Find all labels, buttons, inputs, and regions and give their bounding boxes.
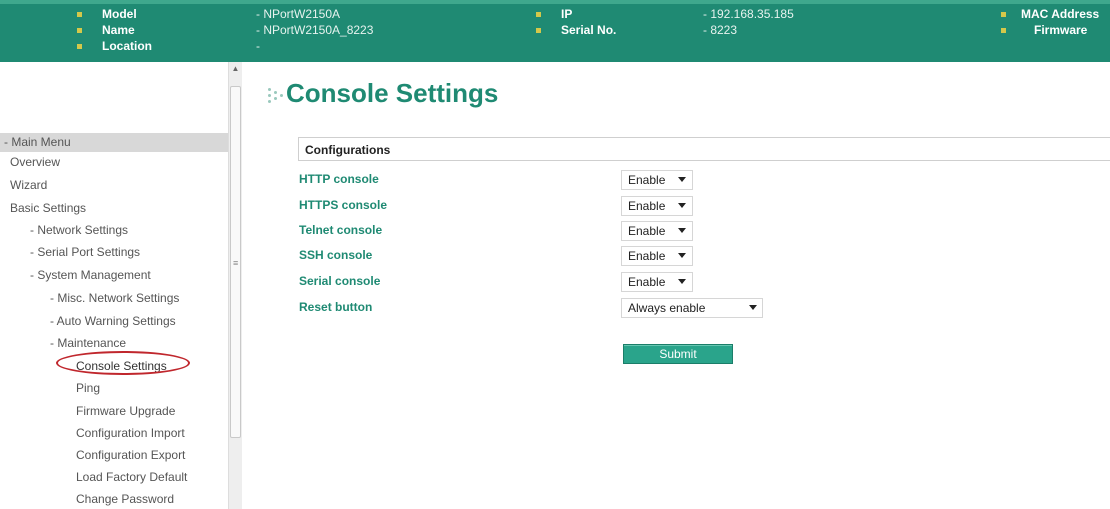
http-console-value: Enable	[628, 173, 666, 187]
sidebar-item-wizard[interactable]: Wizard	[10, 176, 47, 194]
sidebar-item-maintenance[interactable]: - Maintenance	[50, 334, 126, 352]
reset-button-value: Always enable	[628, 301, 706, 315]
dropdown-arrow-icon	[678, 228, 686, 233]
bullet-icon	[77, 44, 82, 49]
dropdown-arrow-icon	[678, 253, 686, 258]
submit-button[interactable]: Submit	[623, 344, 733, 364]
sidebar-item-auto-warning-settings[interactable]: - Auto Warning Settings	[50, 312, 176, 330]
telnet-console-label: Telnet console	[299, 223, 383, 237]
sidebar-item-misc-network-settings[interactable]: - Misc. Network Settings	[50, 289, 179, 307]
reset-button-select[interactable]: Always enable	[621, 298, 763, 318]
https-console-label: HTTPS console	[299, 198, 388, 212]
sidebar-item-overview[interactable]: Overview	[10, 153, 60, 171]
sidebar-item-network-settings[interactable]: - Network Settings	[30, 221, 128, 239]
title-dots-icon	[266, 86, 286, 106]
sidebar-item-system-management[interactable]: - System Management	[30, 266, 151, 284]
dropdown-arrow-icon	[749, 305, 757, 310]
telnet-console-value: Enable	[628, 224, 666, 238]
ssh-console-value: Enable	[628, 249, 666, 263]
bullet-icon	[1001, 28, 1006, 33]
http-console-label: HTTP console	[299, 172, 379, 186]
http-console-select[interactable]: Enable	[621, 170, 693, 190]
configurations-header: Configurations	[298, 137, 1110, 161]
serial-console-label: Serial console	[299, 274, 381, 288]
sidebar-item-firmware-upgrade[interactable]: Firmware Upgrade	[76, 402, 175, 420]
page-title: Console Settings	[286, 78, 499, 108]
serial-console-select[interactable]: Enable	[621, 272, 693, 292]
scrollbar-thumb[interactable]: ≡	[230, 86, 241, 438]
https-console-select[interactable]: Enable	[621, 196, 693, 216]
sidebar-item-change-password[interactable]: Change Password	[76, 490, 174, 508]
mac-row: MAC Address	[0, 6, 1110, 22]
sidebar-item-serial-port-settings[interactable]: - Serial Port Settings	[30, 243, 140, 261]
sidebar-item-console-settings[interactable]: Console Settings	[76, 357, 167, 375]
telnet-console-select[interactable]: Enable	[621, 221, 693, 241]
sidebar-item-configuration-export[interactable]: Configuration Export	[76, 446, 185, 464]
sidebar-item-configuration-import[interactable]: Configuration Import	[76, 424, 185, 442]
device-info-header: Model - NPortW2150A Name - NPortW2150A_8…	[0, 0, 1110, 62]
firmware-label: Firmware	[1034, 23, 1088, 37]
serial-console-value: Enable	[628, 275, 666, 289]
ssh-console-label: SSH console	[299, 248, 373, 262]
main-menu-label: - Main Menu	[4, 135, 71, 149]
main-menu-header[interactable]: - Main Menu	[0, 133, 228, 152]
sidebar-scrollbar[interactable]: ▲ ≡	[228, 62, 242, 509]
sidebar-item-load-factory-default[interactable]: Load Factory Default	[76, 468, 187, 486]
location-row: Location -	[0, 38, 500, 54]
main-menu-sidebar: - Main Menu Overview Wizard Basic Settin…	[0, 62, 228, 509]
sidebar-item-basic-settings[interactable]: Basic Settings	[10, 199, 86, 217]
dropdown-arrow-icon	[678, 177, 686, 182]
location-value: -	[256, 39, 260, 53]
grip-icon: ≡	[233, 258, 239, 268]
mac-label: MAC Address	[1021, 7, 1100, 21]
https-console-value: Enable	[628, 199, 666, 213]
dropdown-arrow-icon	[678, 279, 686, 284]
location-label: Location	[102, 39, 152, 53]
scroll-up-arrow-icon[interactable]: ▲	[229, 62, 242, 76]
bullet-icon	[1001, 12, 1006, 17]
ssh-console-select[interactable]: Enable	[621, 246, 693, 266]
firmware-row: Firmware	[0, 22, 1110, 38]
reset-button-label: Reset button	[299, 300, 373, 314]
device-info-col-3: MAC Address Firmware	[0, 6, 1110, 38]
dropdown-arrow-icon	[678, 203, 686, 208]
sidebar-item-ping[interactable]: Ping	[76, 379, 100, 397]
